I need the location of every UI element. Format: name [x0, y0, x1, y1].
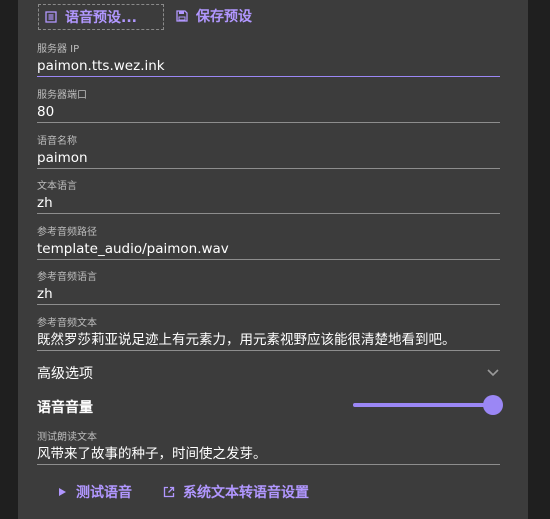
server-ip-field[interactable]: 服务器 IP paimon.tts.wez.ink [37, 44, 500, 77]
voice-volume-fill [353, 403, 493, 407]
server-port-value[interactable]: 80 [37, 102, 500, 122]
server-port-field[interactable]: 服务器端口 80 [37, 90, 500, 123]
reference-audio-language-label: 参考音频语言 [37, 272, 97, 283]
voice-name-label: 语音名称 [37, 136, 77, 147]
reference-audio-path-field[interactable]: 参考音频路径 template_audio/paimon.wav [37, 227, 500, 260]
reference-audio-text-value[interactable]: 既然罗莎莉亚说足迹上有元素力，用元素视野应该能很清楚地看到吧。 [37, 330, 500, 350]
reference-audio-language-value[interactable]: zh [37, 284, 500, 304]
voice-name-value[interactable]: paimon [37, 148, 500, 168]
test-voice-button[interactable]: 测试语音 [56, 482, 132, 502]
reference-audio-text-label: 参考音频文本 [37, 318, 97, 329]
chevron-down-icon [487, 369, 499, 377]
voice-volume-label: 语音音量 [37, 400, 93, 416]
voice-name-field[interactable]: 语音名称 paimon [37, 136, 500, 169]
text-language-field[interactable]: 文本语言 zh [37, 181, 500, 214]
list-icon [45, 11, 57, 23]
play-icon [59, 488, 66, 496]
test-voice-label: 测试语音 [76, 485, 132, 501]
system-tts-settings-button[interactable]: 系统文本转语音设置 [163, 482, 309, 502]
text-language-label: 文本语言 [37, 181, 77, 192]
server-ip-value[interactable]: paimon.tts.wez.ink [37, 56, 500, 76]
server-port-label: 服务器端口 [37, 90, 87, 101]
test-text-field[interactable]: 测试朗读文本 风带来了故事的种子，时间使之发芽。 [37, 432, 500, 465]
reference-audio-path-label: 参考音频路径 [37, 227, 97, 238]
voice-volume-thumb[interactable] [483, 395, 503, 415]
tts-settings-panel: 语音预设... 保存预设 服务器 IP paimon.tts.wez.ink 服… [18, 0, 528, 519]
voice-presets-button[interactable]: 语音预设... [38, 4, 164, 30]
open-external-icon [163, 486, 175, 498]
reference-audio-language-field[interactable]: 参考音频语言 zh [37, 272, 500, 305]
reference-audio-path-value[interactable]: template_audio/paimon.wav [37, 239, 500, 259]
voice-volume-slider[interactable] [353, 395, 503, 415]
test-text-label: 测试朗读文本 [37, 432, 97, 443]
text-language-value[interactable]: zh [37, 193, 500, 213]
reference-audio-text-field[interactable]: 参考音频文本 既然罗莎莉亚说足迹上有元素力，用元素视野应该能很清楚地看到吧。 [37, 318, 500, 351]
voice-presets-label: 语音预设... [65, 10, 137, 26]
system-tts-settings-label: 系统文本转语音设置 [183, 485, 309, 501]
voice-volume-row: 语音音量 [37, 395, 503, 417]
save-preset-label: 保存预设 [196, 9, 252, 25]
save-icon [176, 10, 188, 22]
server-ip-label: 服务器 IP [37, 44, 80, 55]
test-text-value[interactable]: 风带来了故事的种子，时间使之发芽。 [37, 444, 500, 464]
advanced-options-toggle[interactable]: 高级选项 [37, 362, 500, 384]
save-preset-button[interactable]: 保存预设 [176, 4, 252, 28]
advanced-options-label: 高级选项 [37, 366, 93, 382]
